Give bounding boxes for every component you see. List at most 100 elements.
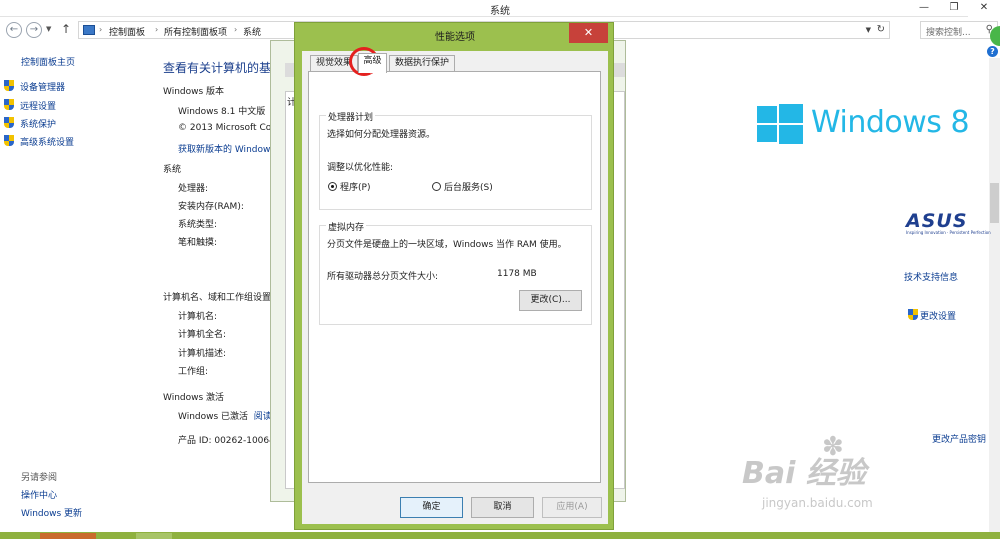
pen-touch-label: 笔和触摸: [178,238,218,248]
taskbar-button[interactable] [40,533,96,539]
total-paging-file-label: 所有驱动器总分页文件大小: [327,272,439,282]
total-paging-file-value: 1178 MB [497,269,537,279]
back-arrow-icon[interactable]: ← [6,22,22,38]
breadcrumb-separator-icon[interactable]: › [234,25,237,34]
edition-value: Windows 8.1 中文版 [178,107,266,117]
sidebar-item-label: 远程设置 [20,102,57,112]
breadcrumb-control-panel[interactable]: 控制面板 [109,25,145,38]
restore-button[interactable]: ❐ [940,0,968,17]
change-virtual-memory-button[interactable]: 更改(C)... [519,290,582,311]
computer-name-heading: 计算机名、域和工作组设置 [163,293,272,303]
virtual-memory-group: 虚拟内存 分页文件是硬盘上的一块区域，Windows 当作 RAM 使用。 所有… [319,220,592,325]
dialog-title: 性能选项 [435,32,475,43]
description-label: 计算机描述: [178,349,227,359]
tab-data-execution-prevention[interactable]: 数据执行保护 [389,55,455,72]
refresh-icon[interactable]: ↻ [877,24,885,35]
activation-text: Windows 已激活 [178,412,249,422]
uac-shield-icon [4,117,15,129]
logo-tile [757,106,777,123]
sidebar-item-device-manager[interactable]: 设备管理器 [4,80,65,93]
breadcrumb-all-items[interactable]: 所有控制面板项 [164,25,227,38]
processor-scheduling-description: 选择如何分配处理器资源。 [327,130,436,140]
system-heading: 系统 [163,165,182,175]
sidebar-item-label: 高级系统设置 [20,138,75,148]
advanced-tab-panel: 处理器计划 选择如何分配处理器资源。 调整以优化性能: 程序(P) 后台服务(S… [308,71,601,483]
address-dropdown-icon[interactable]: ▼ [866,26,871,34]
asus-tagline: Inspiring Innovation · Persistent Perfec… [906,230,991,235]
windows-update-link[interactable]: Windows 更新 [21,506,82,519]
taskbar-button[interactable] [136,533,172,539]
breadcrumb-separator-icon[interactable]: › [99,25,102,34]
windows-8-wordmark: Windows 8 [811,105,970,140]
search-input[interactable]: 搜索控制... ⚲ [920,21,998,39]
tab-advanced[interactable]: 高级 [358,53,387,73]
performance-options-dialog: 性能选项 ✕ 视觉效果 高级 数据执行保护 处理器计划 选择如何分配处理器资源。… [294,22,614,530]
recent-pages-chevron-icon[interactable]: ▼ [46,25,51,33]
sidebar-home-link[interactable]: 控制面板主页 [21,55,75,68]
computer-name-label: 计算机名: [178,312,218,322]
baidu-watermark: Bai 经验 [742,456,866,491]
vertical-scrollbar[interactable] [989,58,1000,532]
change-settings-link[interactable]: 更改设置 [908,309,956,322]
system-type-label: 系统类型: [178,220,218,230]
see-also-heading: 另请参阅 [21,473,58,483]
action-center-link[interactable]: 操作中心 [21,488,57,501]
copyright-text: © 2013 Microsoft Co [178,123,272,133]
logo-tile [779,125,803,144]
close-button[interactable]: ✕ [968,0,1000,17]
change-settings-label: 更改设置 [920,312,957,322]
background-services-radio[interactable] [432,182,441,191]
control-panel-icon [83,25,95,35]
window-title: 系统 [490,6,510,17]
activation-heading: Windows 激活 [163,393,225,403]
programs-radio[interactable] [328,182,337,191]
breadcrumb-separator-icon[interactable]: › [155,25,158,34]
uac-shield-icon [908,309,919,321]
get-more-features-link[interactable]: 获取新版本的 Window [178,142,270,155]
edition-heading: Windows 版本 [163,87,225,97]
support-info-link[interactable]: 技术支持信息 [904,270,958,283]
page-title: 查看有关计算机的基 [163,61,272,75]
sidebar-item-remote-settings[interactable]: 远程设置 [4,99,56,112]
processor-scheduling-group: 处理器计划 选择如何分配处理器资源。 调整以优化性能: 程序(P) 后台服务(S… [319,110,592,210]
programs-radio-label[interactable]: 程序(P) [340,180,370,193]
up-arrow-icon[interactable]: ↑ [61,22,71,36]
background-services-radio-label[interactable]: 后台服务(S) [444,180,493,193]
logo-tile [779,104,803,123]
virtual-memory-heading: 虚拟内存 [326,220,367,233]
search-placeholder: 搜索控制... [926,28,971,38]
ok-button[interactable]: 确定 [400,497,463,518]
cancel-button[interactable]: 取消 [471,497,534,518]
scrollbar-thumb[interactable] [990,183,999,223]
activation-status: Windows 已激活 阅读 [178,409,272,422]
green-circle-decoration [990,26,1000,46]
uac-shield-icon [4,80,15,92]
logo-tile [757,125,777,142]
workgroup-label: 工作组: [178,367,209,377]
sidebar-item-label: 系统保护 [20,120,57,130]
dialog-client-area: 视觉效果 高级 数据执行保护 处理器计划 选择如何分配处理器资源。 调整以优化性… [302,51,608,524]
sidebar-item-system-protection[interactable]: 系统保护 [4,117,56,130]
taskbar [0,532,1000,539]
apply-button[interactable]: 应用(A) [542,497,602,518]
uac-shield-icon [4,99,15,111]
processor-scheduling-heading: 处理器计划 [326,110,376,123]
sidebar-item-advanced-settings[interactable]: 高级系统设置 [4,135,74,148]
full-name-label: 计算机全名: [178,330,227,340]
optimize-performance-label: 调整以优化性能: [327,163,394,173]
asus-logo: ASUS [906,210,968,232]
change-product-key-link[interactable]: 更改产品密钥 [932,432,986,445]
sidebar-item-label: 设备管理器 [20,83,66,93]
product-id: 产品 ID: 00262-10064 [178,436,275,446]
baidu-watermark-url: jingyan.baidu.com [762,496,873,510]
forward-arrow-icon[interactable]: → [26,22,42,38]
minimize-button[interactable]: — [910,0,938,17]
window-titlebar: 系统 — ❐ ✕ [0,0,1000,17]
help-icon[interactable]: ? [987,46,998,57]
virtual-memory-description: 分页文件是硬盘上的一块区域，Windows 当作 RAM 使用。 [327,240,567,250]
uac-shield-icon [4,135,15,147]
dialog-close-button[interactable]: ✕ [569,23,608,43]
ram-label: 安装内存(RAM): [178,202,244,212]
breadcrumb-system[interactable]: 系统 [243,25,261,38]
processor-label: 处理器: [178,184,209,194]
